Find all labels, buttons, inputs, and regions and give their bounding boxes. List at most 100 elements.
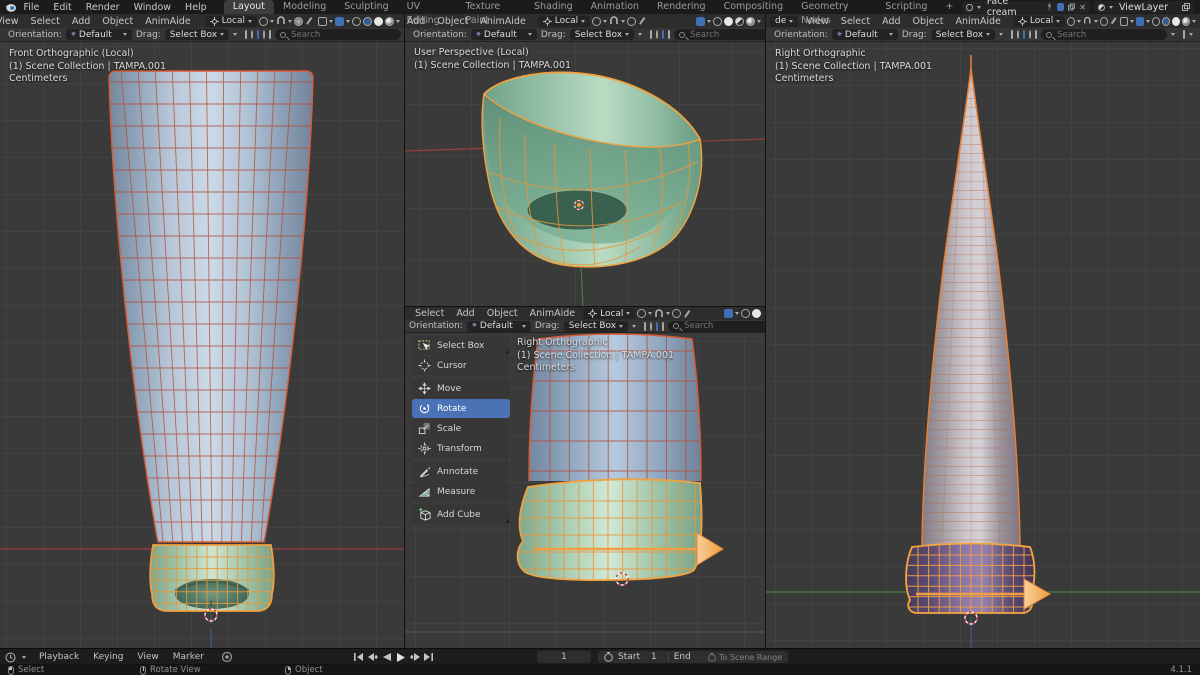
shading-material-icon[interactable] [735, 17, 744, 26]
search-input[interactable] [1041, 29, 1167, 40]
jump-to-start-button[interactable] [352, 651, 365, 663]
orientation-dropdown[interactable]: ⌖Default [471, 29, 537, 40]
snap-magnet-icon[interactable] [654, 309, 664, 319]
orientation-dropdown[interactable]: ⌖Default [832, 29, 898, 40]
menubar-item[interactable]: Render [79, 2, 127, 13]
timeline-menu-item[interactable]: View [130, 652, 165, 662]
tool-measure[interactable]: Measure [412, 482, 510, 501]
shading-wireframe-icon[interactable] [352, 17, 361, 26]
orientation-dropdown[interactable]: ⌖Default [66, 29, 132, 40]
overlay-icon[interactable] [1011, 30, 1013, 39]
scene-selector[interactable]: Face cream ✕ [962, 1, 1090, 13]
shading-solid-icon[interactable] [1162, 17, 1170, 26]
pivot-point-icon[interactable] [637, 309, 646, 318]
transform-orientation-dropdown[interactable]: Local [583, 308, 635, 319]
next-keyframe-button[interactable] [408, 651, 421, 663]
play-reverse-button[interactable] [380, 651, 393, 663]
stamp-icon[interactable] [662, 322, 664, 331]
xray-toggle-icon[interactable] [724, 309, 733, 318]
workspace-tab[interactable]: Rendering [648, 0, 715, 14]
overlay-icon[interactable] [650, 30, 652, 39]
shading-solid-icon[interactable] [724, 17, 733, 26]
viewport-menu-item[interactable]: Add [66, 16, 96, 27]
to-scene-range-button[interactable]: To Scene Range [702, 651, 788, 663]
snap-blue-icon[interactable] [662, 30, 664, 39]
viewport-menu-item[interactable]: Object [481, 308, 524, 319]
shading-wireframe-icon[interactable] [1152, 17, 1160, 26]
shading-rendered-icon[interactable] [385, 17, 394, 26]
shading-material-icon[interactable] [1172, 17, 1180, 26]
auto-key-record-icon[interactable] [221, 651, 233, 663]
snap-magnet-icon[interactable] [276, 16, 286, 26]
duplicate-icon[interactable] [1068, 3, 1075, 11]
close-icon[interactable]: ✕ [1079, 3, 1086, 12]
workspace-tab[interactable]: Sculpting [335, 0, 397, 14]
prev-keyframe-button[interactable] [366, 651, 379, 663]
overlay-icon[interactable] [644, 322, 646, 331]
pivot-point-icon[interactable] [1067, 17, 1075, 26]
stamp-icon[interactable] [269, 30, 271, 39]
proportional-editing-icon[interactable] [1100, 17, 1108, 26]
viewport-front-ortho[interactable]: ViewSelectAddObjectAnimAide Local Orient… [0, 14, 404, 648]
tool-add-cube[interactable]: Add Cube [412, 505, 510, 524]
workspace-tab[interactable]: + [936, 0, 962, 14]
viewport-menu-item[interactable]: Object [907, 16, 950, 27]
duplicate-icon[interactable] [1182, 3, 1190, 11]
snap-blue-icon[interactable] [656, 322, 658, 331]
shading-wireframe-icon[interactable] [713, 17, 722, 26]
viewport-menu-item[interactable]: View [0, 16, 25, 27]
viewport-menu-item[interactable]: AnimAide [524, 308, 581, 319]
tube-cap[interactable] [518, 479, 702, 580]
viewport-user-perspective[interactable]: AddObjectAnimAide Local Orientation: ⌖De… [405, 14, 765, 306]
search-input[interactable] [275, 29, 401, 40]
shading-material-icon[interactable] [374, 17, 383, 26]
tool-rotate[interactable]: Rotate [412, 399, 510, 418]
xray-toggle-icon[interactable] [696, 17, 705, 26]
tool-options-icon[interactable] [1120, 17, 1128, 26]
transform-orientation-dropdown[interactable]: Local [538, 16, 590, 27]
timeline-menu-item[interactable]: Keying [86, 652, 130, 662]
snap-magnet-icon[interactable] [1083, 16, 1091, 26]
collections-icon[interactable] [1183, 30, 1185, 39]
viewport-menu-item[interactable]: AnimAide [139, 16, 196, 27]
globe-icon[interactable] [650, 322, 652, 331]
workspace-tab[interactable]: Texture Paint [456, 0, 525, 14]
fake-user-icon[interactable] [1057, 3, 1064, 11]
play-button[interactable] [394, 651, 407, 663]
proportional-editing-icon[interactable] [627, 17, 636, 26]
drag-dropdown[interactable]: Select Box [570, 29, 634, 40]
current-frame-field[interactable]: 1 [537, 651, 591, 663]
shading-wireframe-icon[interactable] [741, 309, 750, 318]
pivot-point-icon[interactable] [592, 17, 601, 26]
workspace-tab[interactable]: Animation [582, 0, 648, 14]
falloff-icon[interactable] [306, 17, 312, 24]
tube-cap[interactable] [906, 544, 1034, 614]
viewport-menu-item[interactable]: Select [835, 16, 876, 27]
proportional-editing-icon[interactable] [672, 309, 681, 318]
menubar-item[interactable]: Edit [46, 2, 78, 13]
orientation-dropdown[interactable]: ⌖Default [467, 321, 531, 332]
timeline-menu-item[interactable]: Marker [166, 652, 211, 662]
workspace-tab[interactable]: Modeling [274, 0, 335, 14]
shading-solid-icon[interactable] [363, 17, 372, 26]
pivot-point-icon[interactable] [259, 17, 268, 26]
workspace-tab[interactable]: Scripting [876, 0, 936, 14]
viewport-menu-item[interactable]: Select [409, 308, 450, 319]
drag-dropdown[interactable]: Select Box [931, 29, 995, 40]
viewport-menu-item[interactable]: Add [450, 308, 480, 319]
drag-dropdown[interactable]: Select Box [165, 29, 229, 40]
snap-blue-icon[interactable] [257, 30, 259, 39]
globe-icon[interactable] [1017, 30, 1019, 39]
proportional-editing-icon[interactable] [294, 17, 303, 26]
viewport-menu-item[interactable]: Add [876, 16, 906, 27]
tool-transform[interactable]: Transform [412, 439, 510, 458]
stamp-icon[interactable] [668, 30, 670, 39]
tube-body[interactable] [529, 334, 701, 481]
workspace-tab[interactable]: Compositing [715, 0, 793, 14]
render-icon[interactable] [1029, 30, 1031, 39]
tool-move[interactable]: Move [412, 379, 510, 398]
workspace-tab[interactable]: Layout [224, 0, 274, 14]
workspace-tab[interactable]: Geometry Nodes [792, 0, 876, 14]
xray-toggle-icon[interactable] [1136, 17, 1144, 26]
tool-annotate[interactable]: Annotate [412, 462, 510, 481]
